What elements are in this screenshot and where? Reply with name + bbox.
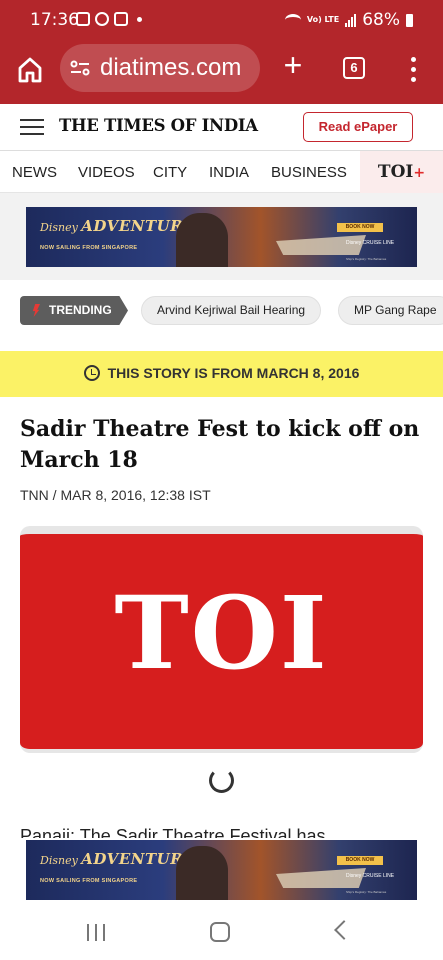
- whatsapp-icon: [95, 12, 109, 26]
- battery-icon: [406, 13, 413, 27]
- ad-book-now-button[interactable]: BOOK NOW: [337, 856, 383, 865]
- ad-person-image: [176, 213, 228, 267]
- article-headline: Sadir Theatre Fest to kick off on March …: [20, 416, 420, 473]
- url-text[interactable]: diatimes.com: [100, 54, 241, 82]
- toi-plus-link[interactable]: TOI+: [360, 151, 443, 193]
- mail-icon: [114, 12, 128, 26]
- hamburger-menu-icon[interactable]: [20, 119, 44, 137]
- ad-cruise-logo: Disney CRUISE LINE: [346, 873, 395, 879]
- nav-city[interactable]: CITY: [153, 164, 187, 181]
- calendar-icon: [76, 12, 90, 26]
- browser-menu-button[interactable]: [405, 54, 421, 82]
- trending-bolt-icon: [32, 304, 40, 317]
- system-home-icon[interactable]: [210, 922, 230, 942]
- article-byline: TNN / MAR 8, 2016, 12:38 IST: [20, 487, 211, 503]
- recent-apps-icon[interactable]: [87, 924, 105, 942]
- article-image[interactable]: TOI: [20, 526, 423, 753]
- site-logo[interactable]: THE TIMES OF INDIA: [59, 116, 258, 135]
- battery-percent: 68%: [362, 10, 400, 30]
- ad-subtitle: NOW SAILING FROM SINGAPORE: [40, 245, 138, 251]
- ad-book-now-button[interactable]: BOOK NOW: [337, 223, 383, 232]
- browser-chrome: 17:36 Vo) LTE 68% diatimes.com + 6: [0, 0, 443, 104]
- home-icon: [18, 57, 42, 83]
- ad-fine-print: Ship's Registry: The Bahamas: [346, 257, 387, 261]
- new-tab-button[interactable]: +: [280, 49, 306, 81]
- ad-title: Disney ADVENTURE: [40, 850, 196, 868]
- signal-icon: [345, 13, 357, 27]
- system-navigation-bar: [0, 904, 443, 960]
- wifi-icon: [284, 14, 301, 26]
- more-notifications-icon: [137, 17, 142, 22]
- toi-logo-image-text: TOI: [114, 574, 329, 692]
- trending-chip[interactable]: Arvind Kejriwal Bail Hearing: [141, 296, 322, 325]
- history-icon: [83, 365, 100, 381]
- address-bar[interactable]: diatimes.com: [60, 44, 260, 92]
- archive-notice-text: THIS STORY IS FROM MARCH 8, 2016: [107, 365, 360, 381]
- toi-plus-label: TOI: [377, 162, 414, 182]
- trending-bar: TRENDING Arvind Kejriwal Bail Hearing MP…: [0, 280, 443, 340]
- ad-subtitle: NOW SAILING FROM SINGAPORE: [40, 878, 138, 884]
- trending-chip[interactable]: MP Gang Rape: [338, 296, 443, 325]
- nav-news[interactable]: NEWS: [12, 164, 57, 181]
- site-header: THE TIMES OF INDIA Read ePaper: [0, 104, 443, 151]
- more-vert-icon: [410, 57, 416, 62]
- status-bar: 17:36 Vo) LTE 68%: [0, 0, 443, 40]
- tab-switcher-button[interactable]: 6: [343, 57, 365, 79]
- ad-title: Disney ADVENTURE: [40, 217, 196, 235]
- nav-business[interactable]: BUSINESS: [271, 164, 347, 181]
- nav-india[interactable]: INDIA: [209, 164, 249, 181]
- section-nav: NEWS VIDEOS CITY INDIA BUSINESS TOI+: [0, 151, 443, 193]
- bottom-ad-container: Disney ADVENTURE NOW SAILING FROM SINGAP…: [0, 838, 443, 904]
- archive-notice: THIS STORY IS FROM MARCH 8, 2016: [0, 351, 443, 397]
- status-indicators: Vo) LTE 68%: [284, 10, 413, 30]
- home-button[interactable]: [14, 54, 46, 86]
- read-epaper-button[interactable]: Read ePaper: [303, 112, 413, 142]
- loading-spinner-icon: [209, 768, 234, 793]
- notification-icons: [76, 12, 142, 26]
- trending-label: TRENDING: [49, 303, 112, 317]
- top-ad-container: Disney ADVENTURE NOW SAILING FROM SINGAP…: [0, 193, 443, 280]
- bottom-ad-banner[interactable]: Disney ADVENTURE NOW SAILING FROM SINGAP…: [26, 840, 417, 900]
- status-time: 17:36: [30, 10, 79, 30]
- toi-plus-mark: +: [413, 165, 426, 181]
- nav-videos[interactable]: VIDEOS: [78, 164, 135, 181]
- ad-person-image: [176, 846, 228, 900]
- site-settings-icon[interactable]: [68, 56, 92, 80]
- back-icon[interactable]: [334, 920, 354, 940]
- top-ad-banner[interactable]: Disney ADVENTURE NOW SAILING FROM SINGAP…: [26, 207, 417, 267]
- ad-fine-print: Ship's Registry: The Bahamas: [346, 890, 387, 894]
- trending-tag: TRENDING: [20, 296, 128, 325]
- lte-label: Vo) LTE: [306, 15, 340, 24]
- browser-toolbar: diatimes.com + 6: [0, 40, 443, 104]
- ad-cruise-logo: Disney CRUISE LINE: [346, 240, 395, 246]
